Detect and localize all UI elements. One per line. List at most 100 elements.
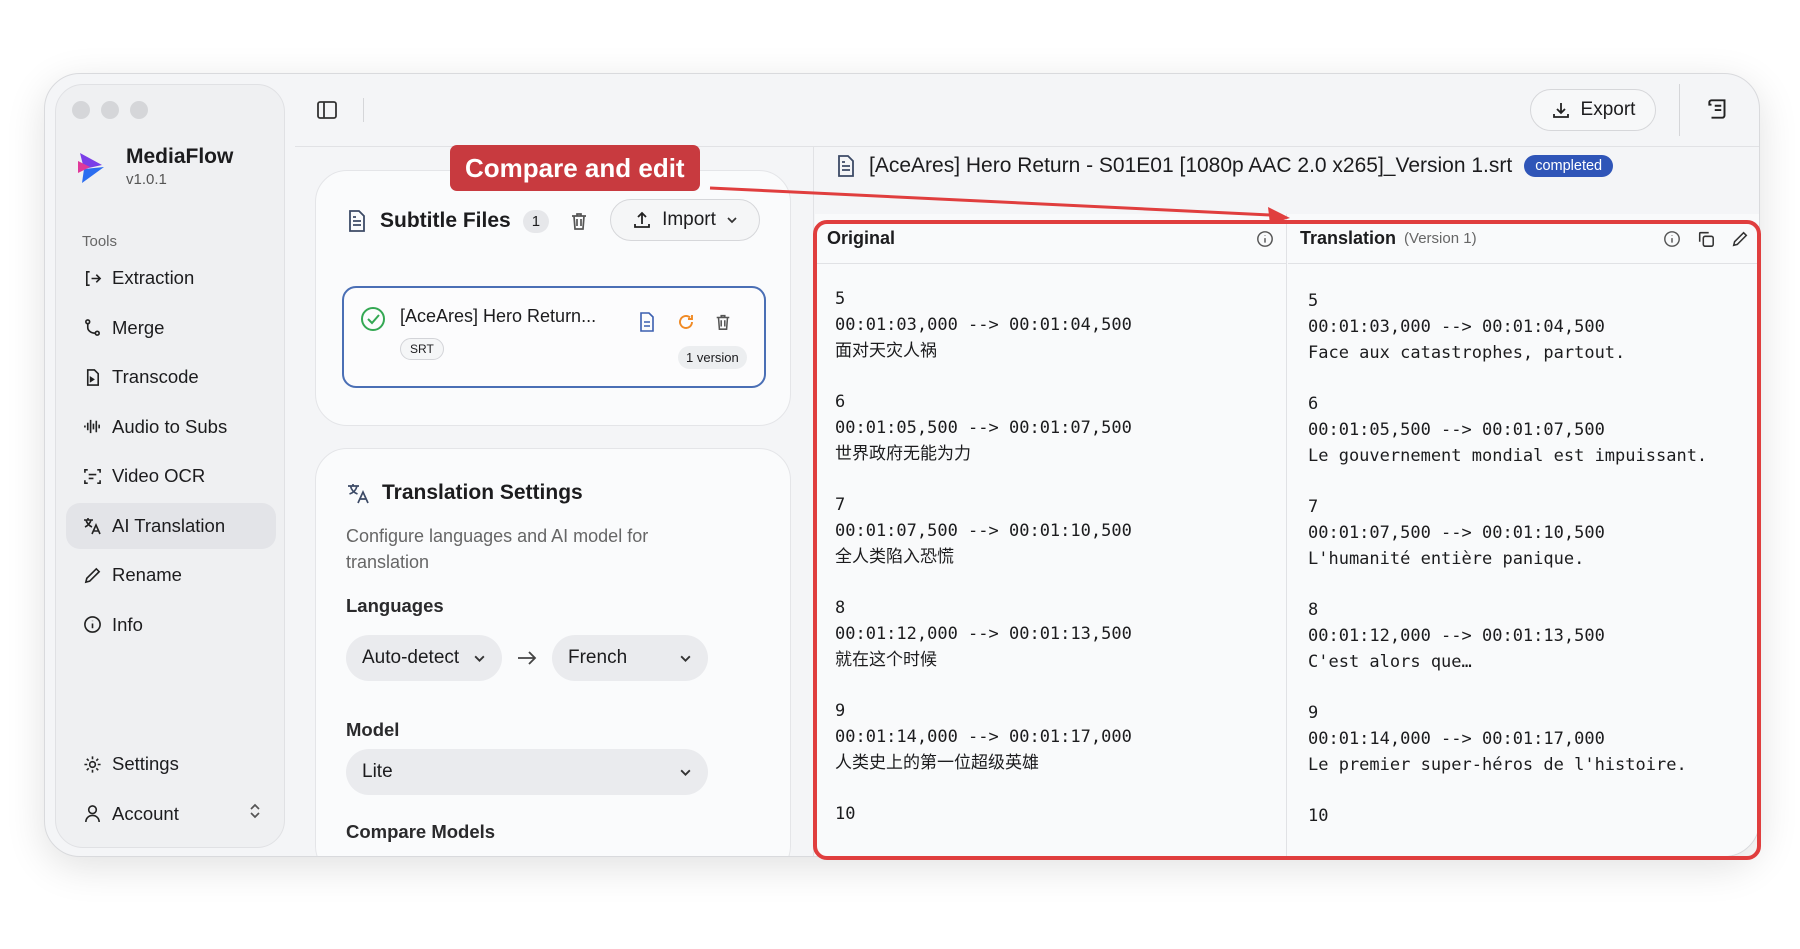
entry-text: Face aux catastrophes, partout. xyxy=(1308,343,1626,363)
sidebar-nav: Extraction Merge Transcode Audio to Subs… xyxy=(66,255,276,651)
app-name: MediaFlow xyxy=(126,145,234,168)
translation-entry: 7 00:01:07,500 --> 00:01:10,500 L'humanité… xyxy=(1308,494,1759,572)
entry-timecode: 00:01:05,500 --> 00:01:07,500 xyxy=(1308,420,1605,440)
download-icon xyxy=(1552,103,1569,118)
original-column: Original 5 00:01:03,000 --> 00:01:04,500 面… xyxy=(815,214,1287,856)
copy-icon[interactable] xyxy=(1697,230,1715,248)
translate-icon xyxy=(82,516,102,536)
audio-wave-icon xyxy=(82,417,102,437)
sidebar-item-account[interactable]: Account xyxy=(66,791,276,837)
entry-index: 9 xyxy=(1308,703,1319,723)
file-view-icon[interactable] xyxy=(638,312,656,332)
subtitle-files-card: Subtitle Files 1 Import [AceAres] Hero R… xyxy=(315,170,791,426)
sidebar-item-label: Rename xyxy=(112,564,182,585)
sidebar-item-label: Transcode xyxy=(112,366,199,387)
original-entry: 10 xyxy=(835,801,1286,827)
zoom-window-button[interactable] xyxy=(130,101,148,119)
translation-entry: 9 00:01:14,000 --> 00:01:17,000 Le premier… xyxy=(1308,700,1759,778)
original-column-header: Original xyxy=(815,214,1286,264)
original-entry: 8 00:01:12,000 --> 00:01:13,500 就在这个时候 xyxy=(835,595,1286,673)
sidebar: MediaFlow v1.0.1 Tools Extraction Merge … xyxy=(55,84,285,848)
translation-label: Translation xyxy=(1300,228,1397,248)
sidebar-item-info[interactable]: Info xyxy=(66,602,276,648)
trash-icon[interactable] xyxy=(569,211,589,231)
sidebar-item-ai-translation[interactable]: AI Translation xyxy=(66,502,276,549)
compare-models-label: Compare Models xyxy=(346,821,496,842)
entry-index: 7 xyxy=(835,495,846,515)
close-window-button[interactable] xyxy=(72,101,90,119)
original-entries[interactable]: 5 00:01:03,000 --> 00:01:04,500 面对天灾人祸 6 00… xyxy=(815,264,1286,827)
sidebar-item-label: Video OCR xyxy=(112,465,206,486)
sidebar-item-label: Audio to Subs xyxy=(112,415,228,437)
translation-column: Translation (Version 1) 5 00:01:03,000 --… xyxy=(1288,214,1759,856)
translate-icon xyxy=(348,484,369,504)
translation-entry: 6 00:01:05,500 --> 00:01:07,500 Le gouvern… xyxy=(1308,391,1759,469)
import-label: Import xyxy=(662,209,716,230)
entry-timecode: 00:01:12,000 --> 00:01:13,500 xyxy=(835,624,1132,644)
import-button[interactable]: Import xyxy=(610,199,760,241)
panel-divider xyxy=(813,146,814,856)
toolbar-divider xyxy=(363,98,364,122)
translation-settings-header: Translation Settings xyxy=(346,481,583,505)
sidebar-item-rename[interactable]: Rename xyxy=(66,552,276,598)
export-button[interactable]: Export xyxy=(1530,89,1656,131)
retry-icon[interactable] xyxy=(676,312,696,332)
chevron-down-icon xyxy=(680,655,691,662)
entry-index: 5 xyxy=(835,289,846,309)
trash-icon[interactable] xyxy=(714,312,732,332)
entry-index: 9 xyxy=(835,701,846,721)
translation-settings-card: Translation Settings Configure languages… xyxy=(315,448,791,856)
info-icon xyxy=(82,615,102,635)
scroll-text-icon[interactable] xyxy=(1705,96,1731,122)
minimize-window-button[interactable] xyxy=(101,101,119,119)
languages-label: Languages xyxy=(346,595,444,616)
translation-column-header: Translation (Version 1) xyxy=(1288,214,1759,264)
subtitle-file-item[interactable]: [AceAres] Hero Return... SRT 1 version xyxy=(342,286,766,388)
sidebar-item-settings[interactable]: Settings xyxy=(66,741,276,787)
entry-timecode: 00:01:05,500 --> 00:01:07,500 xyxy=(835,418,1132,438)
model-select[interactable]: Lite xyxy=(346,749,708,795)
entry-index: 6 xyxy=(835,392,846,412)
entry-timecode: 00:01:07,500 --> 00:01:10,500 xyxy=(835,521,1132,541)
annotation-label: Compare and edit xyxy=(450,145,700,191)
sidebar-item-label: Settings xyxy=(112,753,179,774)
window-controls xyxy=(72,101,148,119)
info-icon[interactable] xyxy=(1256,230,1274,248)
edit-pencil-icon[interactable] xyxy=(1731,230,1749,248)
original-entry: 7 00:01:07,500 --> 00:01:10,500 全人类陷入恐慌 xyxy=(835,492,1286,570)
sidebar-toggle-icon[interactable] xyxy=(315,98,339,122)
merge-icon xyxy=(82,318,102,338)
original-entry: 5 00:01:03,000 --> 00:01:04,500 面对天灾人祸 xyxy=(835,286,1286,364)
pen-icon xyxy=(82,565,102,585)
info-icon[interactable] xyxy=(1663,230,1681,248)
sidebar-item-audio-to-subs[interactable]: Audio to Subs xyxy=(66,404,276,450)
sidebar-item-video-ocr[interactable]: Video OCR xyxy=(66,453,276,499)
brand: MediaFlow v1.0.1 xyxy=(74,145,233,188)
version-count-badge: 1 version xyxy=(678,346,747,369)
sidebar-item-transcode[interactable]: Transcode xyxy=(66,354,276,400)
entry-index: 7 xyxy=(1308,497,1319,517)
entry-text: 世界政府无能为力 xyxy=(835,444,971,464)
sidebar-item-merge[interactable]: Merge xyxy=(66,305,276,351)
file-text-icon xyxy=(838,155,854,177)
toolbar-divider xyxy=(1679,84,1680,136)
entry-text: Le premier super-héros de l'histoire. xyxy=(1308,755,1687,775)
entry-text: 全人类陷入恐慌 xyxy=(835,547,954,567)
target-language-select[interactable]: French xyxy=(552,635,708,681)
app-version: v1.0.1 xyxy=(126,171,167,188)
chevron-down-icon xyxy=(474,655,485,662)
source-language-select[interactable]: Auto-detect xyxy=(346,635,502,681)
entry-timecode: 00:01:12,000 --> 00:01:13,500 xyxy=(1308,626,1605,646)
sidebar-item-label: Account xyxy=(112,802,179,824)
chevron-up-down-icon xyxy=(248,802,262,825)
user-icon xyxy=(82,804,102,824)
compare-view: Original 5 00:01:03,000 --> 00:01:04,500 面… xyxy=(815,214,1759,856)
app-window: MediaFlow v1.0.1 Tools Extraction Merge … xyxy=(44,73,1760,857)
translation-entries[interactable]: 5 00:01:03,000 --> 00:01:04,500 Face aux c… xyxy=(1288,264,1759,829)
entry-index: 5 xyxy=(1308,291,1319,311)
file-text-icon xyxy=(349,210,365,232)
chevron-down-icon xyxy=(680,769,691,776)
sidebar-item-extraction[interactable]: Extraction xyxy=(66,255,276,301)
original-label: Original xyxy=(827,228,896,248)
entry-text: 面对天灾人祸 xyxy=(835,341,937,361)
